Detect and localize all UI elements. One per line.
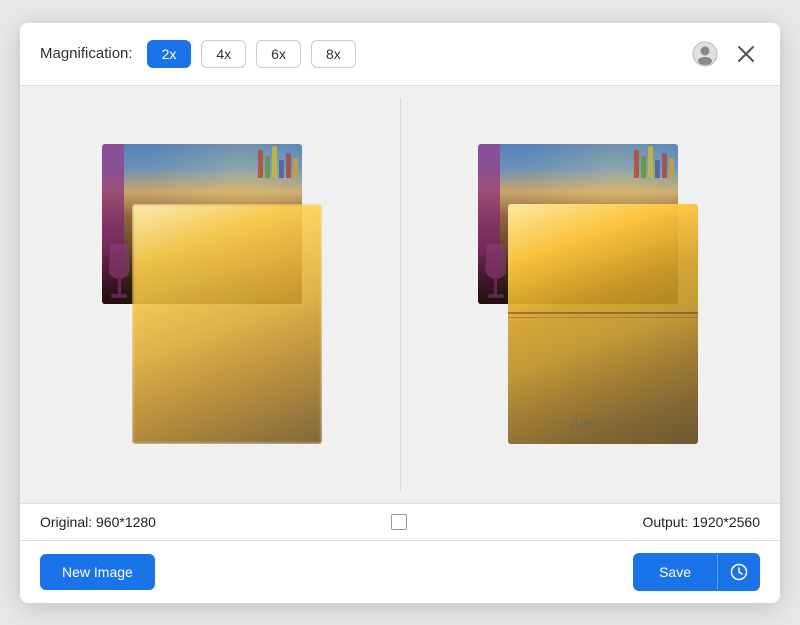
save-group: Save [633, 553, 760, 591]
output-size-label: Output: 1920*2560 [642, 514, 760, 530]
close-button[interactable] [732, 40, 760, 68]
output-front-image [508, 204, 698, 444]
mag-6x-button[interactable]: 6x [256, 40, 301, 68]
mag-2x-button[interactable]: 2x [147, 40, 192, 68]
output-panel: After [401, 98, 769, 491]
preview-area: After [20, 86, 780, 503]
clock-icon [730, 563, 748, 581]
save-arrow-button[interactable] [717, 553, 760, 591]
account-icon [692, 41, 718, 67]
mag-8x-button[interactable]: 8x [311, 40, 356, 68]
original-panel [32, 98, 401, 491]
header-bar: Magnification: 2x 4x 6x 8x [20, 23, 780, 86]
info-bar: Original: 960*1280 Output: 1920*2560 [20, 503, 780, 540]
original-front-image [132, 204, 322, 444]
close-icon [736, 44, 756, 64]
checkbox-container [391, 514, 407, 530]
mag-4x-button[interactable]: 4x [201, 40, 246, 68]
account-button[interactable] [688, 37, 722, 71]
new-image-button[interactable]: New Image [40, 554, 155, 590]
main-dialog: Magnification: 2x 4x 6x 8x [20, 23, 780, 603]
original-image-stack [102, 144, 322, 444]
save-button[interactable]: Save [633, 553, 717, 591]
compare-checkbox[interactable] [391, 514, 407, 530]
footer-bar: New Image Save [20, 540, 780, 603]
original-size-label: Original: 960*1280 [40, 514, 156, 530]
output-image-stack [478, 144, 698, 444]
magnification-label: Magnification: [40, 45, 133, 62]
